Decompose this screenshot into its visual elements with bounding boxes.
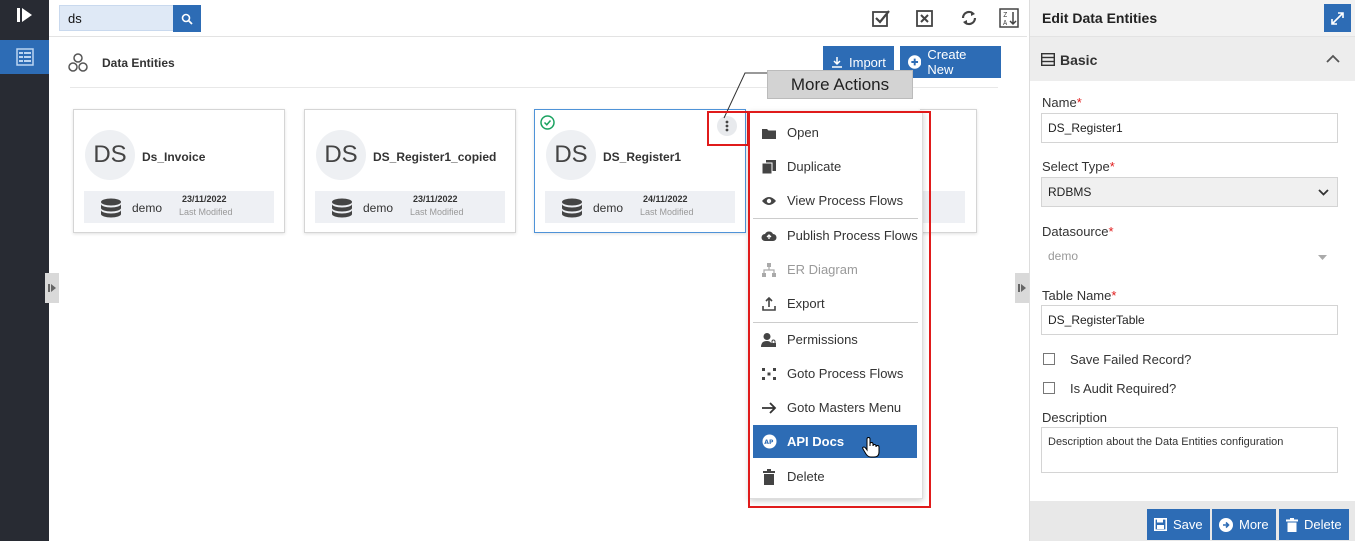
caret-down-icon bbox=[1318, 255, 1327, 260]
save-failed-checkbox[interactable] bbox=[1043, 353, 1055, 365]
card-modified-label: Last Modified bbox=[179, 207, 233, 217]
database-icon bbox=[101, 198, 121, 218]
create-new-label: Create New bbox=[927, 47, 967, 77]
card-source: demo bbox=[363, 201, 394, 215]
card-source: demo bbox=[593, 201, 624, 215]
data-entities-icon bbox=[68, 53, 88, 72]
section-basic[interactable]: Basic bbox=[1030, 37, 1355, 81]
card-title: DS_Register1 bbox=[603, 150, 682, 164]
refresh-icon[interactable] bbox=[959, 8, 979, 28]
edit-panel: Edit Data Entities Basic Name* DS_Regist… bbox=[1029, 0, 1355, 541]
top-toolbar: ds ZA bbox=[49, 0, 1027, 37]
card-modified-label: Last Modified bbox=[640, 207, 694, 217]
card-source: demo bbox=[132, 201, 163, 215]
save-button[interactable]: Save bbox=[1147, 509, 1210, 540]
chevron-up-icon bbox=[1326, 54, 1340, 63]
card-footer: demo 23/11/2022 Last Modified bbox=[315, 191, 505, 223]
type-label: Select Type* bbox=[1042, 159, 1115, 174]
name-field[interactable]: DS_Register1 bbox=[1041, 113, 1338, 143]
save-icon bbox=[1154, 518, 1167, 531]
search-value: ds bbox=[68, 10, 82, 26]
table-name-label: Table Name* bbox=[1042, 288, 1117, 303]
card-date: 23/11/2022 bbox=[182, 194, 227, 204]
delete-button[interactable]: Delete bbox=[1279, 509, 1349, 540]
audit-checkbox[interactable] bbox=[1043, 382, 1055, 394]
avatar: DS bbox=[546, 130, 596, 180]
card-modified-label: Last Modified bbox=[410, 207, 464, 217]
name-label: Name* bbox=[1042, 95, 1082, 110]
datasource-label: Datasource* bbox=[1042, 224, 1114, 239]
card-footer: demo 24/11/2022 Last Modified bbox=[545, 191, 735, 223]
expand-arrows-icon bbox=[1331, 11, 1344, 25]
rail-item-entities[interactable] bbox=[0, 40, 49, 74]
panel-header: Edit Data Entities bbox=[1030, 0, 1355, 37]
plus-circle-icon bbox=[908, 55, 922, 69]
svg-text:A: A bbox=[1003, 19, 1008, 27]
deselect-all-icon[interactable] bbox=[915, 8, 935, 28]
trash-icon bbox=[1286, 517, 1298, 532]
search-button[interactable] bbox=[173, 5, 201, 32]
more-label: More bbox=[1239, 517, 1269, 532]
search-icon bbox=[181, 13, 193, 25]
kebab-highlight bbox=[707, 111, 749, 146]
audit-label: Is Audit Required? bbox=[1070, 381, 1177, 396]
section-title: Basic bbox=[1060, 52, 1098, 68]
database-icon bbox=[332, 198, 352, 218]
panel-title: Edit Data Entities bbox=[1042, 10, 1158, 26]
entity-card[interactable]: DS DS_Register1_copied demo 23/11/2022 L… bbox=[304, 109, 516, 233]
create-new-button[interactable]: Create New bbox=[900, 46, 1001, 78]
table-list-icon bbox=[15, 48, 34, 66]
import-label: Import bbox=[849, 54, 886, 70]
sort-az-icon[interactable]: ZA bbox=[999, 8, 1019, 28]
page-title: Data Entities bbox=[102, 56, 175, 70]
arrow-circle-right-icon bbox=[1219, 517, 1233, 532]
entity-card[interactable]: DS Ds_Invoice demo 23/11/2022 Last Modif… bbox=[73, 109, 285, 233]
maximize-button[interactable] bbox=[1324, 4, 1351, 32]
avatar: DS bbox=[85, 130, 135, 180]
save-label: Save bbox=[1173, 517, 1203, 532]
datasource-select[interactable]: demo bbox=[1041, 241, 1338, 271]
description-field[interactable]: Description about the Data Entities conf… bbox=[1041, 427, 1338, 473]
panel-footer: Save More Delete bbox=[1030, 501, 1355, 541]
more-button[interactable]: More bbox=[1212, 509, 1276, 540]
card-date: 23/11/2022 bbox=[413, 194, 458, 204]
list-icon bbox=[1041, 53, 1055, 66]
left-panel-toggle[interactable] bbox=[45, 273, 59, 303]
app-logo-icon[interactable] bbox=[16, 6, 34, 24]
card-footer: demo 23/11/2022 Last Modified bbox=[84, 191, 274, 223]
delete-label: Delete bbox=[1304, 517, 1342, 532]
svg-text:Z: Z bbox=[1003, 11, 1007, 19]
avatar: DS bbox=[316, 130, 366, 180]
menu-highlight bbox=[748, 111, 931, 508]
type-select[interactable]: RDBMS bbox=[1041, 177, 1338, 207]
right-panel-toggle[interactable] bbox=[1015, 273, 1029, 303]
check-circle-icon bbox=[540, 115, 555, 130]
download-icon bbox=[832, 57, 842, 68]
chevron-down-icon bbox=[1318, 189, 1329, 196]
description-label: Description bbox=[1042, 410, 1108, 425]
expand-icon bbox=[48, 284, 56, 292]
select-all-icon[interactable] bbox=[871, 8, 891, 28]
database-icon bbox=[562, 198, 582, 218]
card-date: 24/11/2022 bbox=[643, 194, 688, 204]
expand-icon bbox=[1018, 284, 1026, 292]
save-failed-label: Save Failed Record? bbox=[1070, 352, 1192, 367]
table-name-field[interactable]: DS_RegisterTable bbox=[1041, 305, 1338, 335]
card-title: DS_Register1_copied bbox=[373, 150, 497, 164]
more-actions-tooltip: More Actions bbox=[767, 70, 913, 99]
side-rail bbox=[0, 0, 49, 541]
card-title: Ds_Invoice bbox=[142, 150, 206, 164]
